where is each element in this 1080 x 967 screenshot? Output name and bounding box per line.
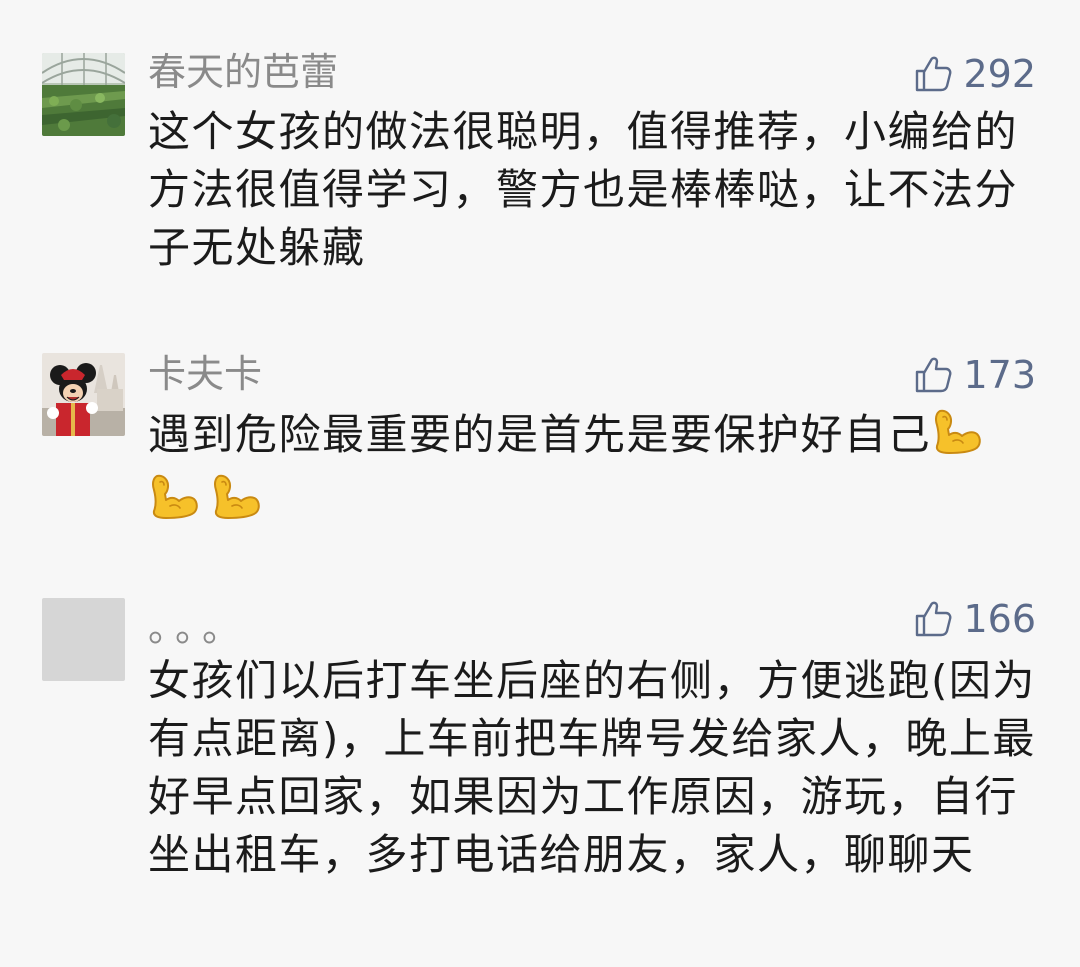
comment-item: 春天的芭蕾 292 这个女孩的做法很聪明，值得推荐，小编给的方法很值得学习，警方… <box>0 0 1080 300</box>
thumbs-up-icon <box>913 599 953 639</box>
comment-text: 这个女孩的做法很聪明，值得推荐，小编给的方法很值得学习，警方也是棒棒哒，让不法分… <box>148 107 1019 272</box>
like-button[interactable]: 292 <box>913 52 1036 96</box>
thumbs-up-icon <box>913 355 953 395</box>
like-button[interactable]: 166 <box>913 597 1036 641</box>
nickname[interactable]: 春天的芭蕾 <box>148 50 338 94</box>
comment-text: 女孩们以后打车坐后座的右侧，方便逃跑(因为有点距离)，上车前把车牌号发给家人，晚… <box>148 656 1036 879</box>
avatar[interactable] <box>42 53 125 136</box>
comment-item: 。。。 166 女孩们以后打车坐后座的右侧，方便逃跑(因为有点距离)，上车前把车… <box>0 580 1080 967</box>
like-count: 173 <box>963 353 1036 397</box>
flexed-biceps-icon <box>931 405 983 457</box>
comment-text: 遇到危险最重要的是首先是要保护好自己 <box>148 405 1038 529</box>
flexed-biceps-icon <box>148 470 200 522</box>
like-button[interactable]: 173 <box>913 353 1036 397</box>
greenhouse-avatar-image <box>42 53 125 136</box>
avatar[interactable] <box>42 353 125 436</box>
like-count: 292 <box>963 52 1036 96</box>
flexed-biceps-icon <box>210 470 262 522</box>
nickname[interactable]: 卡夫卡 <box>148 352 262 396</box>
mickey-avatar-image <box>42 353 125 436</box>
nickname[interactable]: 。。。 <box>148 606 248 650</box>
avatar[interactable] <box>42 598 125 681</box>
placeholder-avatar-image <box>42 598 125 681</box>
like-count: 166 <box>963 597 1036 641</box>
comment-text-body: 遇到危险最重要的是首先是要保护好自己 <box>148 410 932 459</box>
comment-item: 卡夫卡 173 遇到危险最重要的是首先是要保护好自己 <box>0 300 1080 580</box>
thumbs-up-icon <box>913 54 953 94</box>
